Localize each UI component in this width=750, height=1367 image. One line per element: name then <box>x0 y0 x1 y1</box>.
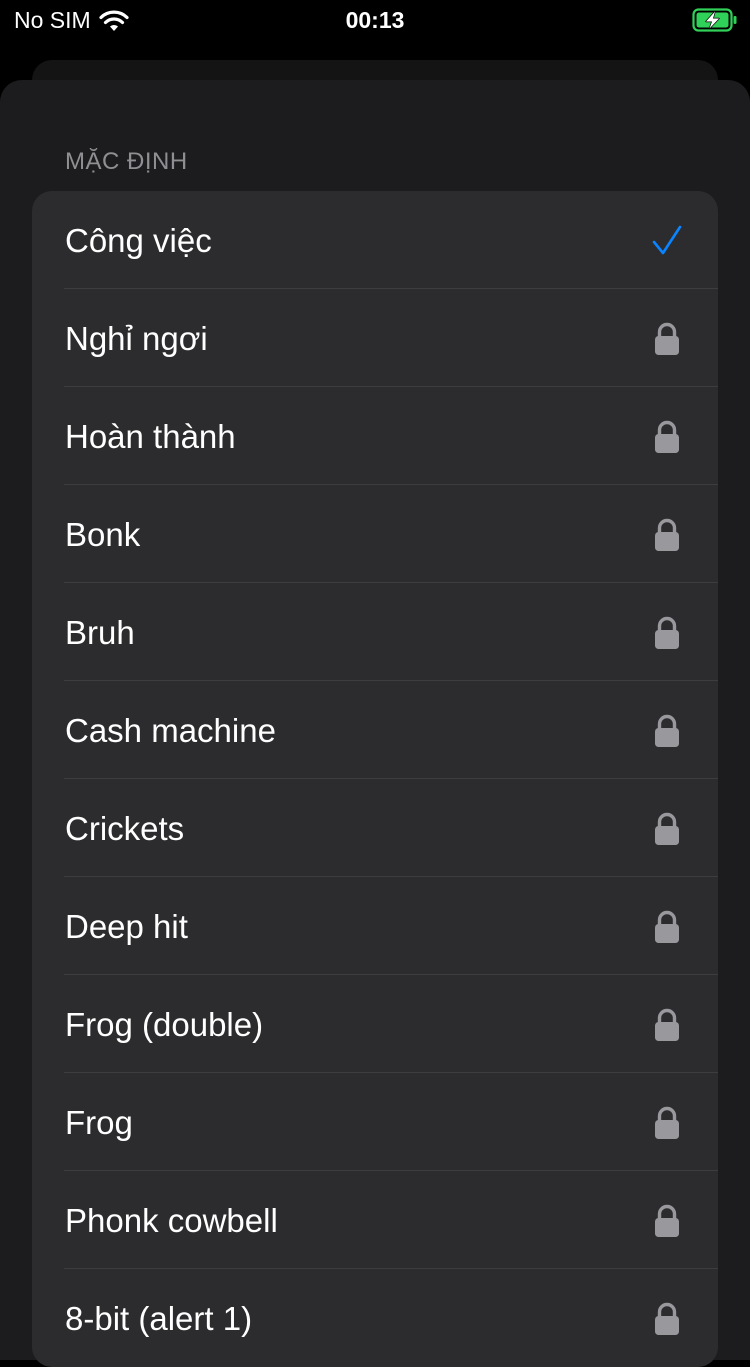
sound-label: 8-bit (alert 1) <box>65 1300 253 1337</box>
sound-row-3[interactable]: Bonk <box>32 485 718 583</box>
lock-icon <box>652 713 682 749</box>
sound-label: Nghỉ ngơi <box>65 320 208 357</box>
lock-icon <box>652 517 682 553</box>
sound-label: Phonk cowbell <box>65 1202 278 1239</box>
sound-label: Bruh <box>65 614 135 651</box>
sound-row-5[interactable]: Cash machine <box>32 681 718 779</box>
status-bar: No SIM 00:13 <box>0 0 750 40</box>
sound-row-0[interactable]: Công việc <box>32 191 718 289</box>
lock-icon <box>652 615 682 651</box>
sound-label: Hoàn thành <box>65 418 236 455</box>
sound-label: Deep hit <box>65 908 188 945</box>
lock-icon <box>652 419 682 455</box>
checkmark-icon <box>652 223 682 259</box>
lock-icon <box>652 811 682 847</box>
battery-charging-icon <box>692 8 737 32</box>
section-header: MẶC ĐỊNH <box>65 148 188 175</box>
sound-label: Frog <box>65 1104 133 1141</box>
sound-row-7[interactable]: Deep hit <box>32 877 718 975</box>
lock-icon <box>652 321 682 357</box>
lock-icon <box>652 1203 682 1239</box>
sound-label: Công việc <box>65 222 212 259</box>
lock-icon <box>652 1007 682 1043</box>
status-time: 00:13 <box>345 7 405 33</box>
sound-row-8[interactable]: Frog (double) <box>32 975 718 1073</box>
sound-row-9[interactable]: Frog <box>32 1073 718 1171</box>
lock-icon <box>652 909 682 945</box>
sound-row-2[interactable]: Hoàn thành <box>32 387 718 485</box>
sound-label: Crickets <box>65 810 185 847</box>
sound-row-10[interactable]: Phonk cowbell <box>32 1171 718 1269</box>
sound-label: Frog (double) <box>65 1006 264 1043</box>
sound-label: Cash machine <box>65 712 276 749</box>
sound-list: Công việc Nghỉ ngơi Hoàn thành Bonk Bruh… <box>32 191 718 1367</box>
sound-row-11[interactable]: 8-bit (alert 1) <box>32 1269 718 1367</box>
lock-icon <box>652 1105 682 1141</box>
sound-row-6[interactable]: Crickets <box>32 779 718 877</box>
sound-row-4[interactable]: Bruh <box>32 583 718 681</box>
lock-icon <box>652 1301 682 1337</box>
sound-label: Bonk <box>65 516 141 553</box>
sound-row-1[interactable]: Nghỉ ngơi <box>32 289 718 387</box>
